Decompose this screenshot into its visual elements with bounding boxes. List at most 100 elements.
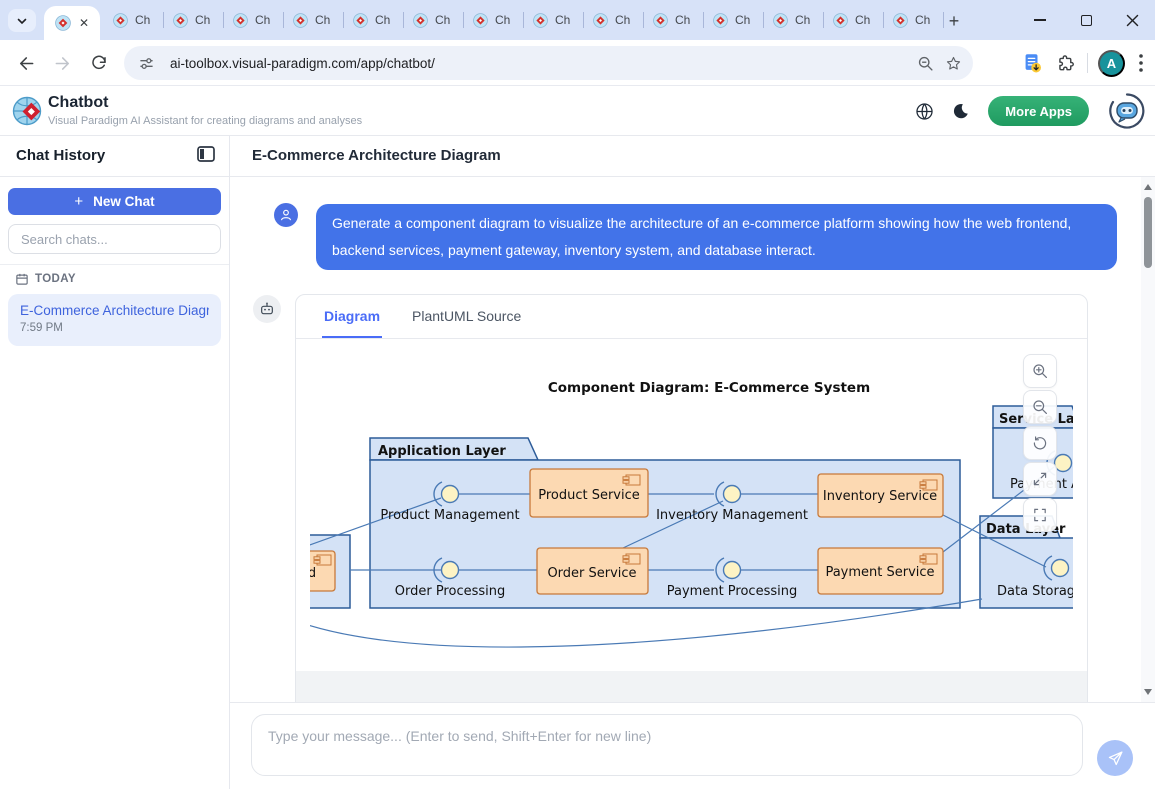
browser-tab[interactable]: Ch: [224, 0, 284, 40]
component-product-service: Product Service: [530, 469, 648, 517]
browser-window: ✕ Ch Ch: [0, 0, 1155, 789]
forward-icon: [54, 54, 73, 73]
component-web-frontend-clipped: d: [310, 551, 335, 591]
browser-menu-kebab-icon[interactable]: [1139, 54, 1143, 72]
tab-diagram[interactable]: Diagram: [322, 295, 382, 338]
tab-label: Ch: [195, 13, 210, 27]
tab-plantuml-source[interactable]: PlantUML Source: [410, 295, 523, 338]
header-actions: More Apps: [915, 86, 1147, 136]
language-globe-icon[interactable]: [915, 102, 934, 121]
chevron-down-icon: [16, 15, 28, 27]
visual-paradigm-logo: [12, 95, 45, 128]
browser-tab[interactable]: Ch: [644, 0, 704, 40]
expand-icon: [1032, 471, 1048, 487]
dark-mode-moon-icon[interactable]: [952, 102, 970, 120]
tab-label: Ch: [795, 13, 810, 27]
component-label: Product Service: [538, 488, 640, 503]
package-label: Application Layer: [378, 444, 506, 459]
new-chat-button[interactable]: + New Chat: [8, 188, 221, 215]
app-title: Chatbot: [48, 94, 108, 112]
tab-label: Ch: [735, 13, 750, 27]
diagram-zoom-controls: [1023, 354, 1057, 532]
active-tab[interactable]: ✕: [44, 6, 100, 40]
component-label: Payment Service: [825, 565, 934, 580]
browser-tab[interactable]: Ch: [404, 0, 464, 40]
interface-label: Product Management: [380, 508, 519, 523]
send-button[interactable]: [1097, 740, 1133, 776]
visual-paradigm-favicon: [413, 13, 428, 28]
message-input[interactable]: [251, 714, 1083, 776]
close-window-button[interactable]: [1109, 0, 1155, 40]
page-download-extension-icon[interactable]: [1021, 52, 1043, 74]
scroll-down-arrow[interactable]: [1141, 685, 1155, 699]
extensions-puzzle-icon[interactable]: [1057, 53, 1077, 73]
search-chats-input[interactable]: [8, 224, 221, 254]
app-header: Chatbot Visual Paradigm AI Assistant for…: [0, 86, 1155, 136]
conversation-title-bar: E-Commerce Architecture Diagram: [230, 136, 1155, 177]
tab-label: Ch: [855, 13, 870, 27]
tab-label: Ch: [255, 13, 270, 27]
background-tabs: Ch Ch Ch: [104, 0, 944, 40]
zoom-in-button[interactable]: [1023, 354, 1057, 388]
today-label: TODAY: [35, 273, 76, 285]
fit-to-screen-icon: [1032, 507, 1048, 523]
more-apps-button[interactable]: More Apps: [988, 96, 1089, 126]
component-label: Order Service: [547, 566, 636, 581]
forward-button[interactable]: [46, 46, 80, 80]
url-text[interactable]: ai-toolbox.visual-paradigm.com/app/chatb…: [170, 56, 911, 71]
chat-item-title: E-Commerce Architecture Diagr...: [20, 303, 209, 318]
zoom-indicator-icon[interactable]: [911, 55, 939, 72]
fit-to-screen-button[interactable]: [1023, 498, 1057, 532]
bookmark-star-icon[interactable]: [939, 55, 967, 72]
reset-icon: [1032, 435, 1048, 451]
close-tab-icon[interactable]: ✕: [79, 17, 89, 29]
expand-button[interactable]: [1023, 462, 1057, 496]
browser-tab[interactable]: Ch: [584, 0, 644, 40]
profile-avatar[interactable]: A: [1098, 50, 1125, 77]
chat-scrollbar[interactable]: [1141, 177, 1155, 702]
new-tab-button[interactable]: +: [942, 9, 966, 33]
browser-tabstrip: ✕ Ch Ch: [0, 0, 1155, 40]
browser-tab[interactable]: Ch: [284, 0, 344, 40]
zoom-out-button[interactable]: [1023, 390, 1057, 424]
toolbar-divider: [1087, 53, 1088, 73]
minimize-button[interactable]: [1017, 0, 1063, 40]
minimize-icon: [1034, 19, 1046, 21]
tab-search-button[interactable]: [8, 9, 36, 32]
person-icon: [279, 208, 293, 222]
diagram-viewport[interactable]: Component Diagram: E-Commerce System App…: [296, 339, 1087, 702]
scrollbar-thumb[interactable]: [1144, 197, 1152, 268]
toolbar-actions: A: [1021, 46, 1155, 80]
address-bar[interactable]: ai-toolbox.visual-paradigm.com/app/chatb…: [124, 46, 973, 80]
tab-label: Ch: [435, 13, 450, 27]
tab-label: Ch: [375, 13, 390, 27]
site-settings-icon[interactable]: [132, 56, 160, 71]
maximize-button[interactable]: [1063, 0, 1109, 40]
back-button[interactable]: [8, 46, 42, 80]
browser-tab[interactable]: Ch: [164, 0, 224, 40]
browser-tab[interactable]: Ch: [344, 0, 404, 40]
browser-tab[interactable]: Ch: [884, 0, 944, 40]
visual-paradigm-favicon: [653, 13, 668, 28]
interface-label: Inventory Management: [656, 508, 808, 523]
component-inventory-service: Inventory Service: [818, 474, 943, 517]
reset-view-button[interactable]: [1023, 426, 1057, 460]
visual-paradigm-favicon: [713, 13, 728, 28]
browser-tab[interactable]: Ch: [524, 0, 584, 40]
scroll-up-arrow[interactable]: [1141, 180, 1155, 194]
interface-label: Order Processing: [395, 584, 506, 599]
component-label: Inventory Service: [823, 489, 937, 504]
user-message-bubble: Generate a component diagram to visualiz…: [316, 204, 1117, 270]
send-paper-plane-icon: [1107, 750, 1124, 767]
chat-history-item[interactable]: E-Commerce Architecture Diagr... 7:59 PM: [8, 294, 221, 346]
collapse-sidebar-icon[interactable]: [197, 146, 215, 165]
browser-tab[interactable]: Ch: [764, 0, 824, 40]
ai-assistant-badge[interactable]: [1107, 91, 1147, 131]
reload-button[interactable]: [82, 46, 116, 80]
browser-tab[interactable]: Ch: [704, 0, 764, 40]
browser-tab[interactable]: Ch: [104, 0, 164, 40]
main-panel: E-Commerce Architecture Diagram Generate…: [230, 136, 1155, 789]
visual-paradigm-favicon: [233, 13, 248, 28]
browser-tab[interactable]: Ch: [464, 0, 524, 40]
browser-tab[interactable]: Ch: [824, 0, 884, 40]
